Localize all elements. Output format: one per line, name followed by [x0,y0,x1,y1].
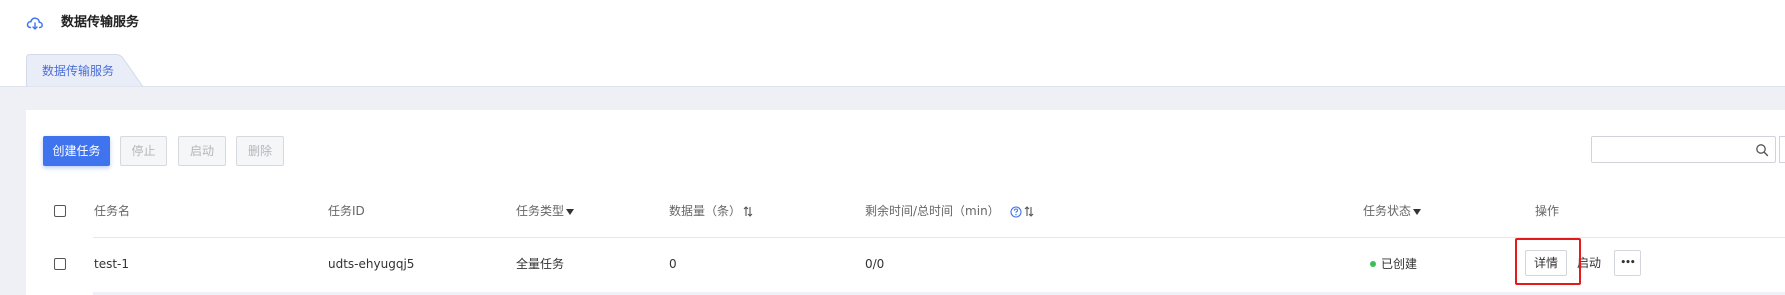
tab-data-transfer-service[interactable]: 数据传输服务 [26,54,144,87]
header-data-volume-label: 数据量（条） [669,204,742,218]
header-remaining-time[interactable]: 剩余时间/总时间（min） [865,203,1034,219]
header-remaining-time-label: 剩余时间/总时间（min） [865,204,1000,218]
highlight-annotation [1515,238,1581,285]
help-icon[interactable] [1009,205,1022,218]
sort-icon[interactable] [743,206,753,217]
sort-icon[interactable] [1024,206,1034,217]
filter-icon[interactable] [1413,208,1422,216]
row-task-type: 全量任务 [516,257,565,271]
header-task-id: 任务ID [328,204,365,218]
refresh-button[interactable] [1779,136,1785,163]
tab-strip [0,48,1785,86]
header-task-type[interactable]: 任务类型 [516,203,575,219]
row-task-name: test-1 [94,257,130,271]
status-dot-icon [1370,261,1376,267]
tab-strip-divider [0,86,1785,87]
tab-label: 数据传输服务 [42,64,115,78]
row-remaining-time: 0/0 [865,257,885,271]
app-title: 数据传输服务 [61,15,140,30]
more-actions-button[interactable]: ••• [1614,250,1641,276]
header-task-type-label: 任务类型 [516,204,565,218]
header-task-status[interactable]: 任务状态 [1363,203,1422,219]
cloud-sync-icon [26,17,43,30]
create-task-button[interactable]: 创建任务 [43,136,110,166]
search-input[interactable] [1591,136,1776,163]
header-actions: 操作 [1535,204,1560,218]
row-task-status: 已创建 [1381,257,1418,271]
search-icon [1756,144,1769,157]
filter-icon[interactable] [566,208,575,216]
row-checkbox[interactable] [54,258,66,270]
header-data-volume[interactable]: 数据量（条） [669,203,753,219]
start-button[interactable]: 启动 [178,136,226,166]
select-all-checkbox[interactable] [54,205,66,217]
stop-button[interactable]: 停止 [120,136,167,166]
header-task-name: 任务名 [94,204,131,218]
top-bar [0,0,1785,48]
delete-button[interactable]: 删除 [236,136,284,166]
header-task-status-label: 任务状态 [1363,204,1412,218]
row-task-id: udts-ehyugqj5 [328,257,415,271]
row-data-volume: 0 [669,257,677,271]
